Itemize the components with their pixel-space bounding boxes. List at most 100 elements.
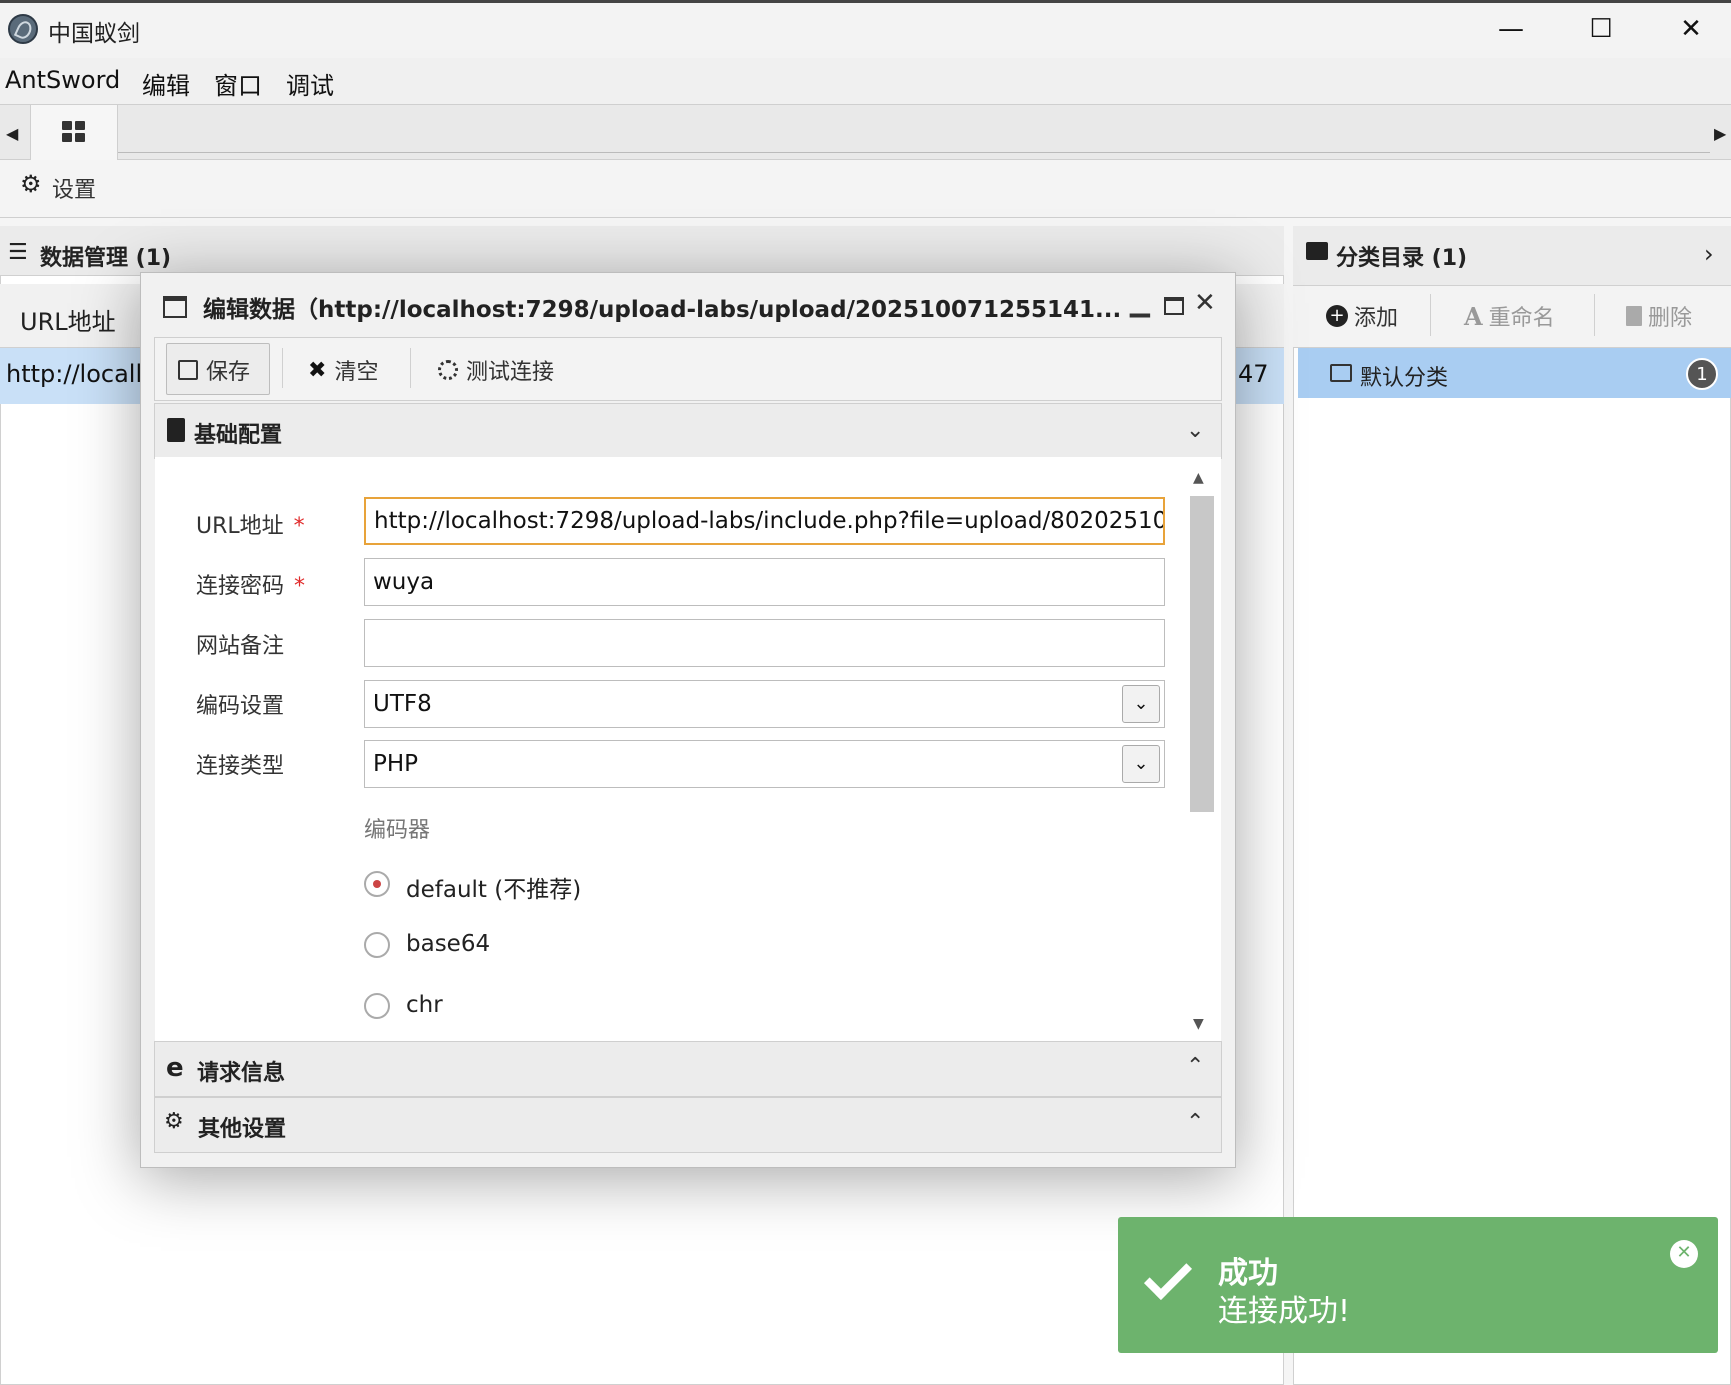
category-count-badge: 1	[1686, 358, 1718, 390]
list-icon: ☰	[8, 240, 28, 265]
chevron-up-icon[interactable]: ⌃	[1186, 1110, 1204, 1135]
chevron-down-icon[interactable]: ⌄	[1122, 685, 1160, 723]
url-label: URL地址 *	[196, 508, 305, 540]
toast-message: 连接成功!	[1218, 1294, 1351, 1329]
delete-label: 删除	[1648, 306, 1693, 331]
category-title: 分类目录 (1)	[1336, 246, 1468, 271]
tab-scroll-left-icon[interactable]: ◀	[6, 124, 18, 143]
menu-debug[interactable]: 调试	[286, 66, 334, 101]
plus-circle-icon: +	[1326, 305, 1348, 327]
close-button[interactable]: ✕	[1646, 0, 1731, 58]
encoder-radio-default[interactable]	[364, 871, 390, 897]
section-basic-header[interactable]	[154, 403, 1222, 459]
dialog-maximize-button[interactable]	[1164, 297, 1184, 315]
close-x-icon: ✖	[308, 357, 327, 383]
section-request-title: 请求信息	[197, 1061, 286, 1086]
required-mark: *	[293, 514, 305, 539]
gears-icon: ⚙	[164, 1109, 184, 1134]
toast-close-icon[interactable]: ✕	[1670, 1240, 1698, 1268]
save-label: 保存	[206, 360, 251, 385]
toolbar-separator	[410, 348, 411, 388]
dialog-minimize-button[interactable]: ▁	[1130, 288, 1150, 318]
toolbar-separator	[1430, 294, 1431, 336]
add-category-button[interactable]: + 添加	[1326, 300, 1398, 332]
row-tail-cell: 47	[1238, 360, 1269, 388]
folder-icon	[1306, 242, 1328, 260]
grid-icon	[62, 121, 86, 143]
chevron-down-icon[interactable]: ⌄	[1122, 745, 1160, 783]
add-label: 添加	[1354, 306, 1399, 331]
type-label: 连接类型	[196, 754, 285, 779]
spinner-icon	[438, 360, 458, 380]
success-toast	[1118, 1217, 1718, 1353]
edge-browser-icon: e	[166, 1053, 184, 1083]
scrollbar-thumb[interactable]	[1190, 496, 1214, 812]
floppy-disk-icon	[178, 360, 198, 380]
note-label: 网站备注	[196, 634, 285, 659]
encoder-radio-chr[interactable]	[364, 993, 390, 1019]
encoder-option-base64[interactable]: base64	[406, 931, 490, 957]
section-basic-title: 基础配置	[194, 423, 283, 448]
chevron-up-icon[interactable]: ⌃	[1186, 1054, 1204, 1079]
test-connection-button[interactable]: 测试连接	[438, 354, 554, 386]
encoding-label: 编码设置	[196, 694, 285, 719]
delete-category-button[interactable]: 删除	[1626, 300, 1692, 332]
password-label: 连接密码 *	[196, 568, 305, 600]
save-button-content[interactable]: 保存	[178, 354, 250, 386]
toolbar-separator	[1594, 294, 1595, 336]
toolbar-separator	[282, 348, 283, 388]
required-mark: *	[294, 574, 306, 599]
category-label: 默认分类	[1360, 366, 1449, 391]
clear-label: 清空	[334, 360, 379, 385]
menu-window[interactable]: 窗口	[214, 66, 262, 101]
section-other-title: 其他设置	[198, 1117, 287, 1142]
type-select[interactable]: PHP ⌄	[364, 740, 1165, 788]
section-other-header[interactable]	[154, 1097, 1222, 1153]
window-icon	[163, 296, 187, 318]
minimize-button[interactable]: —	[1466, 0, 1556, 58]
gear-icon: ⚙	[20, 170, 42, 198]
settings-bar	[0, 160, 1731, 218]
menu-edit[interactable]: 编辑	[142, 66, 190, 101]
folder-outline-icon	[1330, 364, 1352, 382]
window-title: 中国蚁剑	[48, 21, 140, 47]
encoder-option-chr[interactable]: chr	[406, 992, 443, 1018]
encoder-label: 编码器	[364, 818, 431, 843]
section-request-header[interactable]	[154, 1041, 1222, 1097]
row-url-cell: http://locall	[6, 360, 143, 388]
font-icon: A	[1464, 301, 1483, 331]
encoding-value: UTF8	[373, 691, 432, 717]
column-url[interactable]: URL地址	[20, 302, 116, 337]
tab-scroll-right-icon[interactable]: ▶	[1714, 124, 1726, 143]
chevron-down-icon[interactable]: ⌄	[1186, 418, 1204, 443]
password-label-text: 连接密码	[196, 574, 285, 599]
url-label-text: URL地址	[196, 514, 284, 539]
type-value: PHP	[373, 751, 419, 777]
dialog-title: 编辑数据（http://localhost:7298/upload-labs/u…	[203, 297, 1122, 323]
scroll-down-icon[interactable]: ▼	[1193, 1016, 1204, 1032]
scroll-up-icon[interactable]: ▲	[1193, 470, 1204, 486]
maximize-button[interactable]: ☐	[1556, 0, 1646, 58]
test-label: 测试连接	[466, 360, 555, 385]
encoder-option-default[interactable]: default (不推荐)	[406, 870, 581, 904]
password-input[interactable]: wuya	[364, 558, 1165, 606]
document-icon	[167, 418, 185, 442]
rename-category-button[interactable]: A 重命名	[1464, 300, 1555, 332]
encoding-select[interactable]: UTF8 ⌄	[364, 680, 1165, 728]
settings-button[interactable]: 设置	[52, 172, 96, 204]
category-panel	[1293, 226, 1731, 1385]
chevron-right-icon[interactable]: ›	[1704, 240, 1714, 268]
clear-button[interactable]: ✖ 清空	[308, 354, 378, 386]
dialog-close-button[interactable]: ✕	[1194, 288, 1216, 318]
data-management-title: 数据管理 (1)	[40, 246, 172, 271]
tab-home[interactable]	[30, 104, 118, 160]
tab-divider	[118, 152, 1710, 153]
data-management-header	[0, 226, 1284, 276]
menu-antsword[interactable]: AntSword	[5, 66, 120, 94]
url-input[interactable]: http://localhost:7298/upload-labs/includ…	[364, 497, 1165, 545]
antsword-logo-icon	[8, 14, 38, 44]
encoder-radio-base64[interactable]	[364, 932, 390, 958]
note-input[interactable]	[364, 619, 1165, 667]
trash-icon	[1626, 306, 1642, 326]
rename-label: 重命名	[1488, 306, 1555, 331]
